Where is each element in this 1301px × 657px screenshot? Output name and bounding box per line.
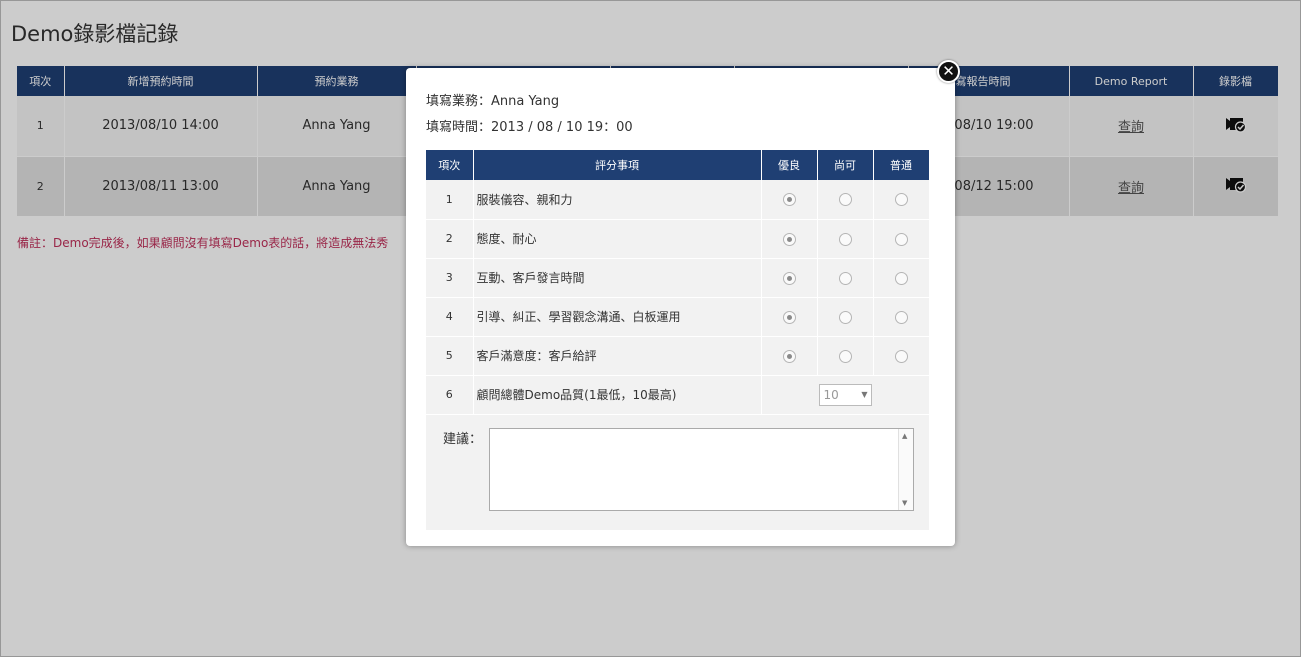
radio-average[interactable] — [894, 193, 908, 207]
filler-line: 填寫業務：Anna Yang — [426, 90, 559, 109]
scroll-up-icon[interactable]: ▲ — [902, 432, 907, 440]
quality-select-value: 10 — [823, 387, 839, 402]
eval-col-item: 評分事項 — [473, 150, 762, 180]
eval-header-row: 項次 評分事項 優良 尚可 普通 — [426, 150, 930, 180]
suggest-label: 建議： — [443, 432, 483, 447]
eval-row-num: 4 — [426, 297, 474, 337]
suggest-textarea[interactable]: ▲ ▼ — [489, 428, 914, 511]
radio-excellent[interactable] — [782, 349, 796, 363]
eval-row-num: 6 — [426, 375, 474, 415]
eval-col-fair: 尚可 — [817, 150, 874, 180]
time-label: 填寫時間： — [426, 120, 492, 135]
eval-row-item: 服裝儀容、親和力 — [473, 180, 762, 220]
eval-row-item: 態度、耐心 — [473, 219, 762, 259]
radio-average[interactable] — [894, 310, 908, 324]
eval-row-num: 1 — [426, 180, 474, 220]
evaluation-panel: 項次 評分事項 優良 尚可 普通 1 服裝儀容、親和力 2 態度、耐心 3 互動… — [426, 150, 930, 530]
radio-fair[interactable] — [838, 271, 852, 285]
eval-row-num: 5 — [426, 336, 474, 376]
chevron-down-icon: ▼ — [861, 389, 868, 399]
time-value: 2013 / 08 / 10 19：00 — [491, 120, 633, 135]
eval-col-index: 項次 — [426, 150, 474, 180]
eval-row: 3 互動、客戶發言時間 — [426, 258, 930, 298]
filler-label: 填寫業務： — [426, 94, 492, 109]
eval-row-num: 3 — [426, 258, 474, 298]
scroll-down-icon[interactable]: ▼ — [902, 499, 907, 507]
radio-excellent[interactable] — [782, 232, 796, 246]
radio-fair[interactable] — [838, 349, 852, 363]
time-line: 填寫時間：2013 / 08 / 10 19：00 — [426, 116, 633, 135]
eval-row: 4 引導、糾正、學習觀念溝通、白板運用 — [426, 297, 930, 337]
radio-excellent[interactable] — [782, 271, 796, 285]
quality-select[interactable]: 10 ▼ — [818, 383, 872, 406]
radio-excellent[interactable] — [782, 193, 796, 207]
eval-col-excellent: 優良 — [761, 150, 818, 180]
eval-row-item: 互動、客戶發言時間 — [473, 258, 762, 298]
radio-average[interactable] — [894, 271, 908, 285]
eval-row-item: 顧問總體Demo品質(1最低，10最高) — [473, 375, 762, 415]
radio-fair[interactable] — [838, 310, 852, 324]
eval-row-num: 2 — [426, 219, 474, 259]
radio-excellent[interactable] — [782, 310, 796, 324]
eval-row-quality: 6 顧問總體Demo品質(1最低，10最高) 10 ▼ — [426, 375, 930, 415]
eval-row: 1 服裝儀容、親和力 — [426, 180, 930, 220]
eval-row: 2 態度、耐心 — [426, 219, 930, 259]
evaluation-table: 項次 評分事項 優良 尚可 普通 1 服裝儀容、親和力 2 態度、耐心 3 互動… — [426, 150, 930, 415]
eval-row-item: 客戶滿意度：客戶給評 — [473, 336, 762, 376]
textarea-scrollbar[interactable]: ▲ ▼ — [898, 429, 913, 510]
radio-fair[interactable] — [838, 193, 852, 207]
radio-average[interactable] — [894, 232, 908, 246]
filler-value: Anna Yang — [491, 94, 560, 109]
eval-row: 5 客戶滿意度：客戶給評 — [426, 336, 930, 376]
radio-fair[interactable] — [838, 232, 852, 246]
radio-average[interactable] — [894, 349, 908, 363]
eval-col-average: 普通 — [873, 150, 930, 180]
evaluation-modal: 填寫業務：Anna Yang 填寫時間：2013 / 08 / 10 19：00… — [406, 68, 955, 546]
close-icon[interactable]: ✕ — [937, 60, 960, 83]
eval-row-item: 引導、糾正、學習觀念溝通、白板運用 — [473, 297, 762, 337]
